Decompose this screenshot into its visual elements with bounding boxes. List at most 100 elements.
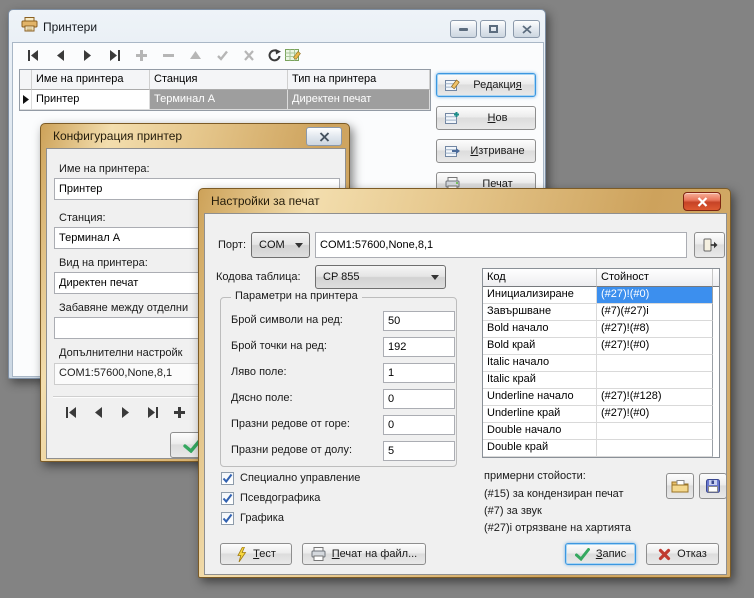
new-button[interactable]: Нов	[436, 106, 536, 130]
minimize-icon	[459, 28, 468, 31]
port-label: Порт:	[218, 239, 246, 251]
save-button[interactable]: Запис	[565, 543, 636, 565]
row-marker	[20, 90, 32, 110]
close-icon	[319, 132, 330, 142]
nav-next-button[interactable]	[79, 48, 95, 62]
printer-type-label: Вид на принтера:	[59, 257, 148, 269]
codepage-select[interactable]: CP 855	[315, 265, 446, 289]
checkbox-special-control[interactable]: Специално управление	[221, 471, 360, 485]
code-cell[interactable]: Italic край	[483, 372, 597, 389]
print-icon	[311, 547, 326, 561]
lightning-icon	[236, 547, 247, 562]
nav-insert-button[interactable]	[171, 405, 187, 419]
code-cell[interactable]: Double начало	[483, 423, 597, 440]
extra-settings-label: Допълнителни настройк	[59, 347, 182, 359]
gutter	[713, 406, 719, 423]
save-to-file-button[interactable]	[699, 473, 727, 499]
value-cell[interactable]	[597, 440, 713, 457]
param-input-blank-top[interactable]	[383, 415, 455, 435]
param-input-dots[interactable]	[383, 337, 455, 357]
codepage-value: CP 855	[323, 271, 360, 283]
code-cell[interactable]: Bold начало	[483, 321, 597, 338]
port-settings-input[interactable]	[315, 232, 687, 258]
minimize-button[interactable]	[450, 20, 477, 38]
print-settings-client-area: Порт: COM Кодова таблица: CP 855 Парамет…	[204, 213, 727, 575]
close-button[interactable]	[306, 127, 342, 146]
hint-line: (#15) за кондензиран печат	[484, 488, 624, 500]
value-cell[interactable]	[597, 355, 713, 372]
print-to-file-label: Печат на файл...	[332, 548, 418, 560]
value-cell-selected[interactable]: (#27)!(#0)	[597, 287, 713, 304]
hints-title: примерни стойости:	[484, 470, 586, 482]
code-cell[interactable]: Underline край	[483, 406, 597, 423]
param-label-left-margin: Ляво поле:	[231, 366, 287, 378]
port-settings-icon	[702, 238, 718, 252]
code-cell[interactable]: Bold край	[483, 338, 597, 355]
code-cell[interactable]: Underline начало	[483, 389, 597, 406]
delete-button-label: Изтриване	[466, 145, 529, 157]
x-icon	[658, 548, 671, 561]
nav-refresh-button[interactable]	[267, 48, 283, 62]
grid-edit-icon-button[interactable]	[285, 48, 301, 62]
checkbox-label: Специално управление	[240, 472, 360, 484]
gutter	[713, 321, 719, 338]
value-cell[interactable]: (#27)!(#0)	[597, 338, 713, 355]
param-label-blank-top: Празни редове от горе:	[231, 418, 350, 430]
nav-first-button[interactable]	[25, 48, 41, 62]
cell-station[interactable]: Терминал А	[150, 90, 288, 110]
window-title: Настройки за печат	[211, 194, 320, 208]
param-input-right-margin[interactable]	[383, 389, 455, 409]
value-cell[interactable]: (#27)!(#0)	[597, 406, 713, 423]
delete-button[interactable]: Изтриване	[436, 139, 536, 163]
cell-printer-name[interactable]: Принтер	[32, 90, 150, 110]
checkbox-box	[221, 492, 234, 505]
nav-first-button[interactable]	[63, 405, 79, 419]
cancel-button[interactable]: Отказ	[646, 543, 719, 565]
nav-prior-button[interactable]	[52, 48, 68, 62]
port-config-button[interactable]	[694, 232, 725, 258]
gutter	[713, 440, 719, 457]
param-label-dots: Брой точки на ред:	[231, 340, 327, 352]
value-cell[interactable]	[597, 423, 713, 440]
checkbox-pseudographics[interactable]: Псевдографика	[221, 491, 320, 505]
nav-next-button[interactable]	[117, 405, 133, 419]
checkbox-graphics[interactable]: Графика	[221, 511, 284, 525]
code-cell[interactable]: Double край	[483, 440, 597, 457]
cell-printer-type[interactable]: Директен печат	[288, 90, 430, 110]
code-cell[interactable]: Инициализиране	[483, 287, 597, 304]
gutter	[713, 287, 719, 304]
nav-prior-button[interactable]	[90, 405, 106, 419]
chevron-down-icon	[431, 275, 439, 280]
param-input-blank-bottom[interactable]	[383, 441, 455, 461]
open-folder-icon	[671, 479, 689, 493]
print-settings-window: Настройки за печат Порт: COM Кодова табл…	[198, 188, 731, 578]
nav-delete-button	[160, 48, 176, 62]
close-button[interactable]	[683, 192, 721, 211]
nav-last-button[interactable]	[106, 48, 122, 62]
close-icon	[697, 197, 708, 207]
window-title: Принтери	[43, 20, 97, 34]
group-title: Параметри на принтера	[231, 290, 362, 302]
port-type-select[interactable]: COM	[251, 232, 310, 258]
print-to-file-button[interactable]: Печат на файл...	[302, 543, 426, 565]
code-cell[interactable]: Завършване	[483, 304, 597, 321]
gutter	[713, 304, 719, 321]
check-icon	[222, 473, 233, 484]
value-cell[interactable]: (#27)!(#8)	[597, 321, 713, 338]
value-cell[interactable]: (#27)!(#128)	[597, 389, 713, 406]
value-cell[interactable]	[597, 372, 713, 389]
close-button[interactable]	[513, 20, 540, 38]
edit-button[interactable]: Редакция	[436, 73, 536, 97]
codes-header-gutter	[713, 269, 719, 287]
gutter	[713, 338, 719, 355]
load-from-file-button[interactable]	[666, 473, 694, 499]
param-input-chars[interactable]	[383, 311, 455, 331]
test-button[interactable]: Тест	[220, 543, 292, 565]
code-cell[interactable]: Italic начало	[483, 355, 597, 372]
value-cell[interactable]: (#7)(#27)i	[597, 304, 713, 321]
param-input-left-margin[interactable]	[383, 363, 455, 383]
check-icon	[222, 513, 233, 524]
maximize-button[interactable]	[480, 20, 506, 38]
nav-last-button[interactable]	[144, 405, 160, 419]
checkbox-label: Псевдографика	[240, 492, 320, 504]
